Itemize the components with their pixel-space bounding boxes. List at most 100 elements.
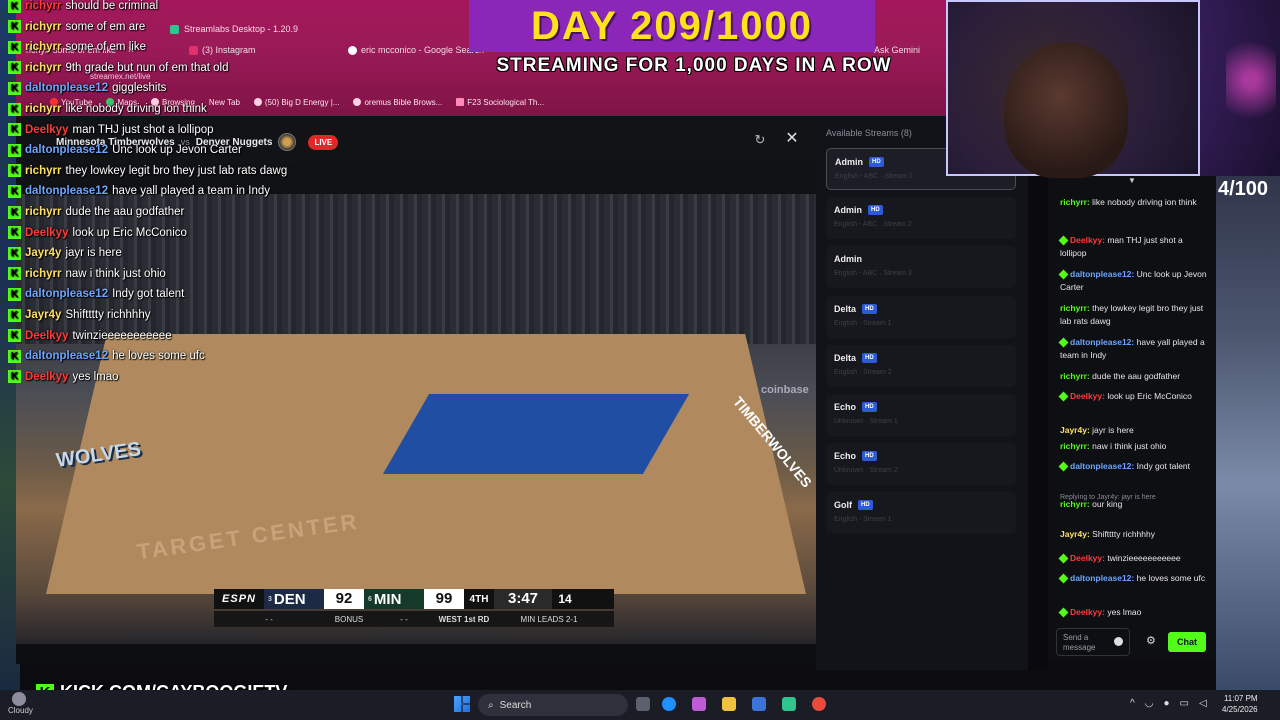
wifi-icon[interactable]: ◡ xyxy=(1145,698,1154,709)
chat-username[interactable]: daltonplease12: xyxy=(1070,573,1134,583)
kick-badge-icon: K xyxy=(8,20,21,34)
chat-username[interactable]: daltonplease12: xyxy=(1070,269,1134,279)
chat-username[interactable]: Deelkyy: xyxy=(1070,235,1105,245)
kick-badge-icon: K xyxy=(8,226,21,240)
chat-text: Unc look up Jevon Carter xyxy=(112,144,242,157)
store-icon[interactable] xyxy=(752,697,766,711)
stream-info: Unknown · Stream 2 xyxy=(834,467,898,474)
taskbar-search[interactable]: ⌕ Search xyxy=(478,694,628,716)
kick-chat-message: richyrr: they lowkey legit bro they just… xyxy=(1060,302,1210,328)
chat-username[interactable]: daltonplease12: xyxy=(1070,337,1134,347)
gear-icon[interactable]: ⚙ xyxy=(1146,634,1156,647)
sub-badge-icon xyxy=(1058,269,1069,280)
kick-badge-icon: K xyxy=(8,0,21,13)
chat-text: they lowkey legit bro they just lab rats… xyxy=(65,164,288,177)
chat-username: richyrr xyxy=(25,0,62,12)
overlay-chat-message: K Deelkyy man THJ just shot a lollipop xyxy=(8,122,214,138)
overlay-chat-message: K Deelkyy look up Eric McConico xyxy=(8,225,187,241)
sub-badge-icon xyxy=(1058,607,1069,618)
hd-badge: HD xyxy=(862,402,877,412)
chat-username[interactable]: Deelkyy: xyxy=(1070,553,1105,563)
chat-username: Deelkyy xyxy=(25,226,69,239)
stream-option[interactable]: Echo HD Unknown · Stream 1 xyxy=(826,394,1016,436)
task-view-icon[interactable] xyxy=(636,697,650,711)
chrome-icon[interactable] xyxy=(812,697,826,711)
bookmark-label: F23 Sociological Th... xyxy=(467,97,545,107)
banner-day: DAY 209/1000 xyxy=(530,4,813,48)
stream-option[interactable]: Admin English - ABC · Stream 3 xyxy=(826,246,1016,288)
kick-badge-icon: K xyxy=(8,246,21,260)
chat-username: daltonplease12 xyxy=(25,185,109,198)
reply-note: Replying to Jayr4y: jayr is here xyxy=(1060,494,1156,501)
chevron-up-icon[interactable]: ^ xyxy=(1130,698,1135,709)
chat-text: like nobody driving ion think xyxy=(1092,197,1197,207)
network-logo: ESPN xyxy=(222,593,256,605)
chat-text: Indy got talent xyxy=(1136,461,1191,471)
chevron-down-icon[interactable]: ▼ xyxy=(1128,176,1136,185)
chat-username[interactable]: richyrr: xyxy=(1060,371,1090,381)
close-player-icon[interactable]: ✕ xyxy=(784,131,800,147)
chat-username[interactable]: Deelkyy: xyxy=(1070,391,1105,401)
stream-option[interactable]: Golf HD English · Stream 1 xyxy=(826,492,1016,534)
panel-divider xyxy=(1028,116,1048,670)
stream-info: English · Stream 1 xyxy=(834,516,892,523)
weather-label[interactable]: Cloudy xyxy=(8,706,33,715)
streamlabs-icon[interactable] xyxy=(782,697,796,711)
stream-name: Admin xyxy=(835,157,863,167)
chat-text: giggleshits xyxy=(112,82,167,95)
overlay-chat-message: Kdaltonplease12 giggleshits xyxy=(8,80,166,96)
stream-name: Admin xyxy=(834,254,862,264)
kick-chat-message: richyrr: dude the aau godfather xyxy=(1060,370,1210,383)
chat-username[interactable]: richyrr: xyxy=(1060,441,1090,451)
stream-name: Delta xyxy=(834,353,857,363)
quarter: 4TH xyxy=(469,593,489,605)
sponsor-text: coinbase xyxy=(761,384,809,396)
chat-send-button[interactable]: Chat xyxy=(1168,632,1206,652)
chat-username[interactable]: richyrr: xyxy=(1060,303,1090,313)
edge-icon[interactable] xyxy=(662,697,676,711)
chat-text: jayr is here xyxy=(1092,425,1134,435)
chat-text: should be criminal xyxy=(65,0,159,12)
chat-username[interactable]: daltonplease12: xyxy=(1070,461,1134,471)
overlay-chat-message: Kdaltonplease12 Unc look up Jevon Carter xyxy=(8,142,242,158)
refresh-icon[interactable]: ↻ xyxy=(753,133,767,147)
volume-icon[interactable]: ◁ xyxy=(1199,698,1207,709)
stream-option[interactable]: Delta HD English · Stream 1 xyxy=(826,296,1016,338)
folder-icon[interactable] xyxy=(722,697,736,711)
stream-option[interactable]: Echo HD Unknown · Stream 2 xyxy=(826,443,1016,485)
overlay-chat-message: Krichyrr some of em are xyxy=(8,19,145,35)
network-icon[interactable]: ▭ xyxy=(1179,698,1188,709)
chat-username: Deelkyy xyxy=(25,123,69,136)
chat-username: Jayr4y xyxy=(25,247,62,260)
overlay-chat-message: Krichyrr they lowkey legit bro they just … xyxy=(8,163,287,179)
chat-username: Jayr4y xyxy=(25,309,62,321)
chat-text: some of em like xyxy=(65,41,146,54)
chat-text: yes lmao xyxy=(1107,607,1142,617)
tab-label: Ask Gemini xyxy=(874,45,921,55)
kick-chat-message: Jayr4y: jayr is here xyxy=(1060,424,1210,437)
chat-username[interactable]: Jayr4y: xyxy=(1060,425,1090,435)
chat-text: Shiftttty richhhhy xyxy=(1092,529,1155,539)
scorebug-main: ESPN 3 DEN 92 6 MIN 99 4TH 3:47 14 xyxy=(214,589,614,609)
chat-username[interactable]: Deelkyy: xyxy=(1070,607,1105,617)
kick-badge-icon: K xyxy=(8,143,21,157)
chat-text: Shiftttty richhhhy xyxy=(65,309,151,321)
overlay-chat-message: Kdaltonplease12 Indy got talent xyxy=(8,286,184,302)
stream-option[interactable]: Delta HD English · Stream 2 xyxy=(826,345,1016,387)
mic-icon[interactable]: ● xyxy=(1163,698,1169,709)
start-icon[interactable] xyxy=(454,696,470,712)
kick-badge-icon: K xyxy=(8,61,21,75)
stream-option[interactable]: Admin HD English - ABC · Stream 2 xyxy=(826,197,1016,239)
screen: Streamlabs Desktop - 1.20.9 richyr: some… xyxy=(0,0,1280,720)
hd-badge: HD xyxy=(862,451,877,461)
chat-username[interactable]: richyrr: xyxy=(1060,197,1090,207)
copilot-icon[interactable] xyxy=(692,697,706,711)
weather-icon xyxy=(12,692,26,706)
sub-badge-icon xyxy=(1058,235,1069,246)
chat-username[interactable]: Jayr4y: xyxy=(1060,529,1090,539)
clock[interactable]: 11:07 PM 4/25/2026 xyxy=(1222,693,1258,715)
kick-chat-message: richyrr: naw i think just ohio xyxy=(1060,440,1210,453)
chat-username: daltonplease12 xyxy=(25,82,109,95)
overlay-chat-message: Krichyrr dude the aau godfather xyxy=(8,204,184,220)
emoji-icon[interactable] xyxy=(1114,637,1123,646)
